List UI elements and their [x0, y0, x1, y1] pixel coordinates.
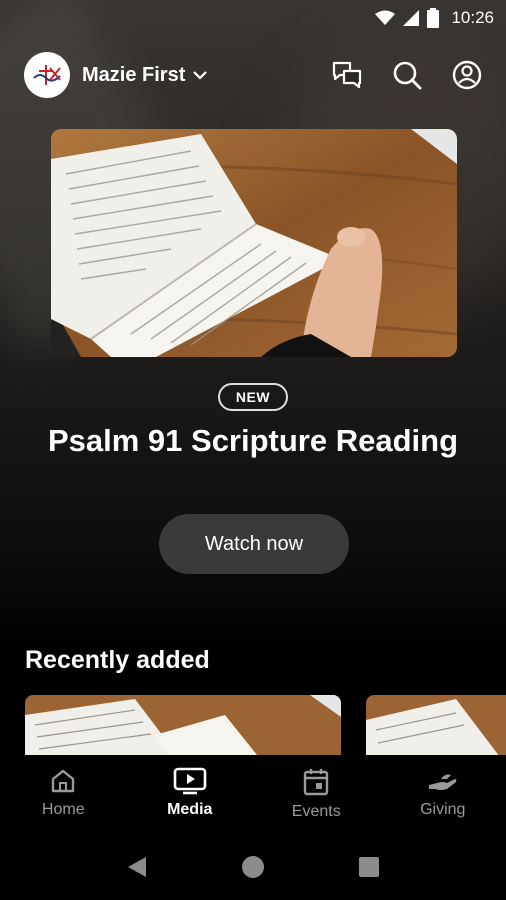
nav-item-media[interactable]: Media — [127, 755, 254, 833]
status-bar: 10:26 — [0, 0, 506, 36]
tv-play-icon — [173, 767, 207, 795]
nav-item-events[interactable]: Events — [253, 755, 380, 833]
hero-image[interactable] — [51, 129, 457, 357]
nav-item-home[interactable]: Home — [0, 755, 127, 833]
chevron-down-icon — [193, 71, 208, 80]
signal-icon — [403, 10, 420, 26]
account-icon[interactable] — [452, 60, 482, 90]
calendar-icon — [304, 769, 329, 796]
section-title-recently-added: Recently added — [25, 646, 210, 674]
watch-now-button[interactable]: Watch now — [159, 514, 349, 574]
home-circle-icon[interactable] — [241, 855, 265, 879]
app-header: Mazie First — [24, 52, 482, 98]
org-name: Mazie First — [82, 63, 186, 86]
church-cross-logo-icon[interactable] — [24, 52, 70, 98]
system-navigation — [0, 833, 506, 900]
battery-icon — [427, 8, 440, 28]
open-bible-photo — [51, 129, 457, 357]
new-badge: NEW — [218, 383, 288, 411]
hero-title: Psalm 91 Scripture Reading — [47, 423, 459, 458]
nav-label-events: Events — [291, 803, 341, 820]
chat-icon[interactable] — [332, 61, 362, 89]
nav-label-home: Home — [41, 801, 85, 818]
org-switcher[interactable]: Mazie First — [82, 63, 208, 87]
recents-square-icon[interactable] — [358, 856, 380, 878]
nav-item-giving[interactable]: Giving — [380, 755, 506, 833]
bottom-navigation: Home Media Events Giving — [0, 755, 506, 833]
status-time: 10:26 — [451, 8, 494, 27]
nav-label-giving: Giving — [420, 801, 466, 818]
nav-label-media: Media — [167, 801, 213, 818]
search-icon[interactable] — [392, 60, 422, 90]
back-icon[interactable] — [126, 855, 148, 879]
home-icon — [52, 769, 75, 793]
giving-hand-icon — [428, 774, 457, 790]
wifi-icon — [375, 10, 396, 25]
